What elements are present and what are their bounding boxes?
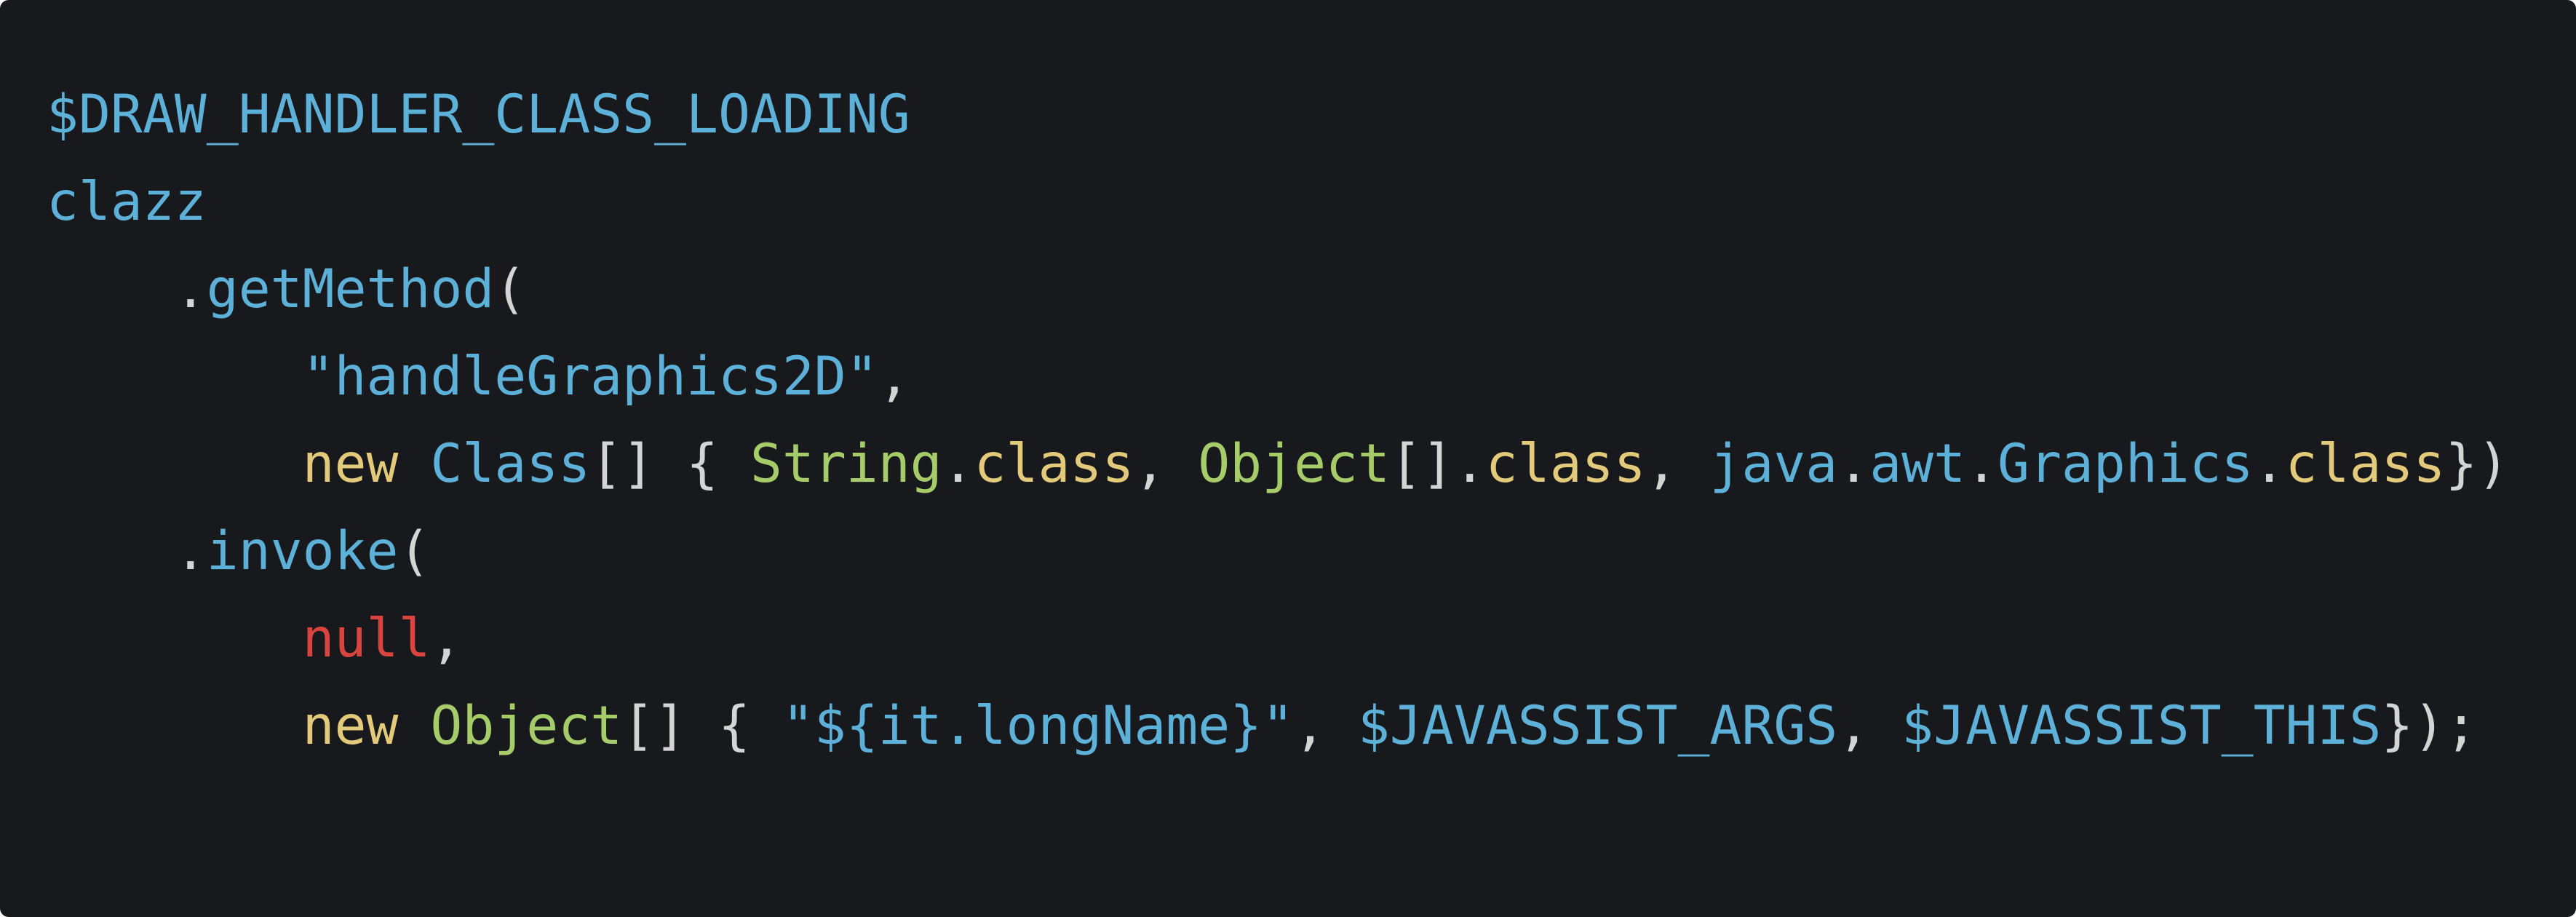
code-token-punctuation: (	[398, 520, 431, 582]
code-token-punctuation: .	[1837, 433, 1870, 495]
code-line: $DRAW_HANDLER_CLASS_LOADING	[47, 71, 2576, 159]
code-token-identifier: $JAVASSIST_ARGS	[1357, 695, 1838, 757]
code-token-punctuation: [] {	[622, 695, 782, 757]
code-token-identifier: $JAVASSIST_THIS	[1901, 695, 2382, 757]
code-token-punctuation: .	[174, 520, 207, 582]
code-token-punctuation: .	[174, 258, 207, 320]
code-token-identifier: Graphics	[1997, 433, 2254, 495]
code-line: "handleGraphics2D",	[47, 333, 2576, 421]
code-block: $DRAW_HANDLER_CLASS_LOADING clazz .getMet…	[0, 0, 2576, 917]
code-token-punctuation: })	[2445, 433, 2510, 495]
code-token-type: Object	[1198, 433, 1390, 495]
code-line: new Class[] { String.class, Object[].cla…	[47, 421, 2576, 508]
code-token-keyword: class	[974, 433, 1134, 495]
code-token-string: "handleGraphics2D"	[302, 346, 878, 408]
code-token-punctuation: ,	[1837, 695, 1902, 757]
code-token-identifier: $DRAW_HANDLER_CLASS_LOADING	[47, 84, 910, 146]
code-token-punctuation: ,	[1645, 433, 1710, 495]
code-token-identifier: invoke	[206, 520, 399, 582]
code-token-null: null	[302, 608, 431, 670]
code-token-punctuation: });	[2381, 695, 2478, 757]
code-line: null,	[47, 595, 2576, 683]
code-token-punctuation: ,	[1294, 695, 1358, 757]
code-token-punctuation: .	[1965, 433, 1998, 495]
code-token-identifier: java	[1709, 433, 1838, 495]
code-token-type: Object	[430, 695, 623, 757]
code-token-punctuation: .	[942, 433, 974, 495]
code-token-keyword: new	[302, 433, 399, 495]
code-token-punctuation: [].	[1389, 433, 1486, 495]
code-line: .getMethod(	[47, 246, 2576, 333]
code-token-punctuation	[398, 695, 430, 757]
code-token-identifier: awt	[1869, 433, 1966, 495]
code-token-keyword: new	[302, 695, 399, 757]
code-token-punctuation: (	[494, 258, 527, 320]
code-token-punctuation	[398, 433, 430, 495]
code-line: .invoke(	[47, 508, 2576, 595]
code-token-punctuation: [] {	[590, 433, 750, 495]
code-token-identifier: Class	[430, 433, 591, 495]
code-token-punctuation: .	[2253, 433, 2286, 495]
code-token-punctuation: ,	[430, 608, 463, 670]
code-line: clazz	[47, 159, 2576, 246]
code-token-punctuation: ,	[878, 346, 910, 408]
code-token-identifier: getMethod	[206, 258, 495, 320]
code-content: $DRAW_HANDLER_CLASS_LOADING clazz .getMet…	[47, 71, 2576, 770]
code-token-keyword: class	[1485, 433, 1646, 495]
code-token-punctuation: ,	[1134, 433, 1198, 495]
code-line: new Object[] { "${it.longName}", $JAVASS…	[47, 683, 2576, 770]
code-token-keyword: class	[2285, 433, 2446, 495]
code-token-string: "${it.longName}"	[782, 695, 1295, 757]
code-token-type: String	[750, 433, 942, 495]
code-token-identifier: clazz	[47, 171, 207, 233]
